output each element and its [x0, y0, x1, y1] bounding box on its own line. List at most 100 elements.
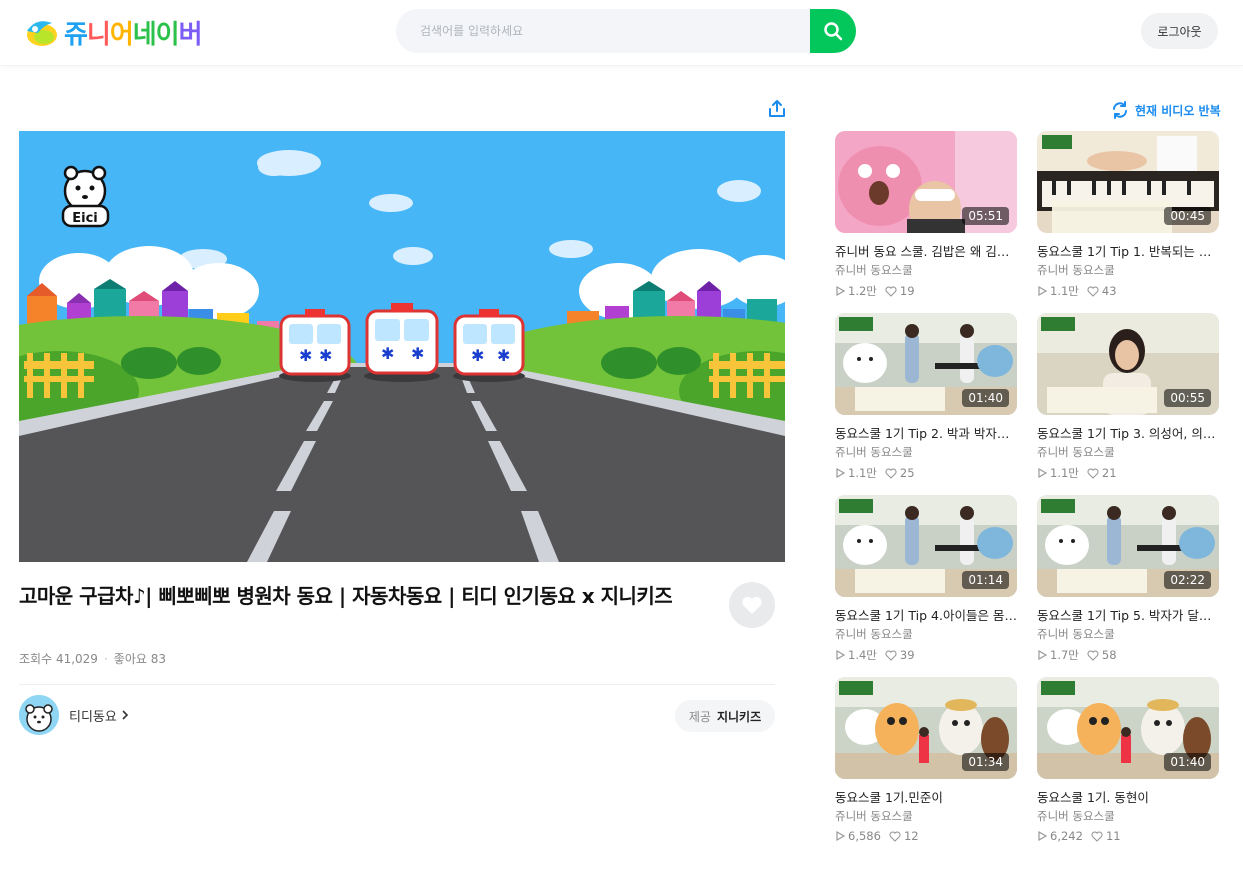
provider-label: 제공 — [688, 709, 711, 724]
video-card-title[interactable]: 동요스쿨 1기 Tip 2. 박과 박자에 맞춰 노래해요 — [835, 423, 1017, 442]
repeat-label: 현재 비디오 반복 — [1135, 103, 1221, 118]
views-label: 조회수 — [19, 652, 53, 666]
share-button[interactable] — [767, 99, 787, 119]
video-card-channel: 쥬니버 동요스쿨 — [1037, 627, 1115, 641]
video-thumbnail[interactable]: 00:45 — [1037, 131, 1219, 233]
likes-count: 83 — [150, 651, 167, 666]
svg-text:✱: ✱ — [411, 344, 424, 363]
video-card[interactable]: 02:22 동요스쿨 1기 Tip 5. 박자가 달라요쥬니버 동요스쿨 1.7만 5… — [1037, 495, 1219, 665]
video-card-like-count: 39 — [899, 648, 915, 662]
video-card[interactable]: 05:51 쥬니버 동요 스쿨. 김밥은 왜 김밥일까? 쥬니버 동요스쿨 1.2만1… — [835, 131, 1017, 301]
duration-badge: 01:40 — [962, 389, 1009, 407]
video-card-views: 1.1만 — [1050, 284, 1079, 298]
video-card[interactable]: 01:14 동요스쿨 1기 Tip 4.아이들은 몸으로 배워요쥬니버 동요스쿨 1… — [835, 495, 1017, 665]
video-card-channel: 쥬니버 동요스쿨 — [1037, 809, 1115, 823]
duration-badge: 00:55 — [1164, 389, 1211, 407]
repeat-icon — [1113, 101, 1127, 119]
video-player[interactable]: ✱ ✱ ✱ ✱ ✱ ✱ Eici — [19, 131, 785, 562]
play-count-icon — [1038, 650, 1047, 660]
duration-badge: 01:40 — [1164, 753, 1211, 771]
svg-text:Eici: Eici — [72, 211, 98, 226]
video-card-title[interactable]: 동요스쿨 1기 Tip 1. 반복되는 낱말과 문장 — [1037, 241, 1219, 260]
video-card-title[interactable]: 동요스쿨 1기 Tip 4.아이들은 몸으로 배워요 — [835, 605, 1017, 624]
video-thumbnail[interactable]: 01:40 — [1037, 677, 1219, 779]
video-card-meta: 1.7만 58 — [1037, 647, 1117, 663]
video-card[interactable]: 01:34 동요스쿨 1기.민준이쥬니버 동요스쿨 6,586 12 — [835, 677, 1017, 847]
logout-button[interactable]: 로그아웃 — [1141, 13, 1218, 49]
video-card-title[interactable]: 동요스쿨 1기 Tip 5. 박자가 달라요 — [1037, 605, 1219, 624]
heart-outline-icon — [1091, 831, 1103, 842]
logo-wordmark: 쥬니어네이버 — [64, 19, 203, 50]
views-count: 41,029 — [55, 651, 98, 666]
play-count-icon — [1038, 468, 1047, 478]
video-card-likes: 11 — [1091, 829, 1121, 843]
video-card-channel: 쥬니버 동요스쿨 — [835, 263, 913, 277]
video-card-views: 6,242 — [1050, 829, 1083, 843]
duration-badge: 02:22 — [1164, 571, 1211, 589]
duration-badge: 01:14 — [962, 571, 1009, 589]
video-frame: ✱ ✱ ✱ ✱ ✱ ✱ Eici — [19, 131, 785, 562]
channel-link[interactable]: 티디동요 — [19, 695, 130, 735]
svg-text:✱: ✱ — [319, 346, 332, 365]
video-card-like-count: 21 — [1101, 466, 1117, 480]
video-thumbnail[interactable]: 01:34 — [835, 677, 1017, 779]
video-card-channel: 쥬니버 동요스쿨 — [1037, 263, 1115, 277]
search-input[interactable] — [396, 9, 810, 53]
video-card[interactable]: 00:55 동요스쿨 1기 Tip 3. 의성어, 의태어 활용하기쥬니버 동요스… — [1037, 313, 1219, 483]
video-card-views: 1.7만 — [1050, 648, 1079, 662]
video-card-like-count: 12 — [903, 829, 919, 843]
video-card-like-count: 19 — [899, 284, 915, 298]
svg-text:✱: ✱ — [471, 346, 484, 365]
video-card-channel: 쥬니버 동요스쿨 — [835, 809, 913, 823]
search-icon — [824, 22, 843, 41]
video-thumbnail[interactable]: 02:22 — [1037, 495, 1219, 597]
header: 쥬니어네이버 로그아웃 — [0, 0, 1243, 66]
video-thumbnail[interactable]: 05:51 — [835, 131, 1017, 233]
video-card-views: 1.1만 — [1050, 466, 1079, 480]
video-card-meta: 1.1만 21 — [1037, 465, 1117, 481]
play-count-icon — [836, 468, 845, 478]
video-thumbnail[interactable]: 00:55 — [1037, 313, 1219, 415]
logo-bee-icon — [22, 15, 60, 49]
video-card-meta: 6,242 11 — [1037, 829, 1121, 843]
video-card-meta: 6,586 12 — [835, 829, 919, 843]
video-card-likes: 19 — [885, 284, 915, 298]
video-card-likes: 43 — [1087, 284, 1117, 298]
heart-outline-icon — [889, 831, 901, 842]
play-count-icon — [1038, 286, 1047, 296]
video-thumbnail[interactable]: 01:40 — [835, 313, 1017, 415]
video-card-meta: 1.2만 19 — [835, 283, 915, 299]
video-card-channel: 쥬니버 동요스쿨 — [835, 445, 913, 459]
channel-name[interactable]: 티디동요 — [69, 706, 117, 725]
video-card-likes: 21 — [1087, 466, 1117, 480]
video-stats: 조회수 41,029 · 좋아요 83 — [19, 650, 166, 667]
heart-outline-icon — [885, 286, 897, 297]
heart-outline-icon — [1087, 650, 1099, 661]
video-card-views: 6,586 — [848, 829, 881, 843]
channel-avatar — [19, 695, 59, 735]
video-card[interactable]: 01:40 동요스쿨 1기 Tip 2. 박과 박자에 맞춰 노래해요쥬니버 동요… — [835, 313, 1017, 483]
video-card-like-count: 43 — [1101, 284, 1117, 298]
video-card-title[interactable]: 동요스쿨 1기.민준이 — [835, 787, 1017, 806]
video-card-like-count: 11 — [1105, 829, 1121, 843]
video-card[interactable]: 00:45 동요스쿨 1기 Tip 1. 반복되는 낱말과 문장쥬니버 동요스쿨 1… — [1037, 131, 1219, 301]
play-count-icon — [1038, 831, 1047, 841]
like-button[interactable] — [729, 582, 775, 628]
video-thumbnail[interactable]: 01:14 — [835, 495, 1017, 597]
play-count-icon — [836, 286, 845, 296]
video-card-views: 1.1만 — [848, 466, 877, 480]
junior-naver-logo[interactable]: 쥬니어네이버 — [22, 12, 203, 52]
repeat-toggle[interactable]: 현재 비디오 반복 — [1111, 100, 1221, 120]
play-count-icon — [836, 831, 845, 841]
bear-avatar-icon — [19, 695, 59, 735]
video-card-title[interactable]: 동요스쿨 1기 Tip 3. 의성어, 의태어 활용하기 — [1037, 423, 1219, 442]
heart-icon — [742, 596, 762, 614]
video-card[interactable]: 01:40 동요스쿨 1기. 동현이쥬니버 동요스쿨 6,242 11 — [1037, 677, 1219, 847]
video-card-like-count: 25 — [899, 466, 915, 480]
search-bar — [396, 9, 856, 53]
video-card-title[interactable]: 쥬니버 동요 스쿨. 김밥은 왜 김밥일까? — [835, 241, 1017, 260]
video-card-title[interactable]: 동요스쿨 1기. 동현이 — [1037, 787, 1219, 806]
provider-badge: 제공 지니키즈 — [675, 700, 775, 732]
video-card-meta: 1.4만 39 — [835, 647, 915, 663]
search-button[interactable] — [810, 9, 856, 53]
